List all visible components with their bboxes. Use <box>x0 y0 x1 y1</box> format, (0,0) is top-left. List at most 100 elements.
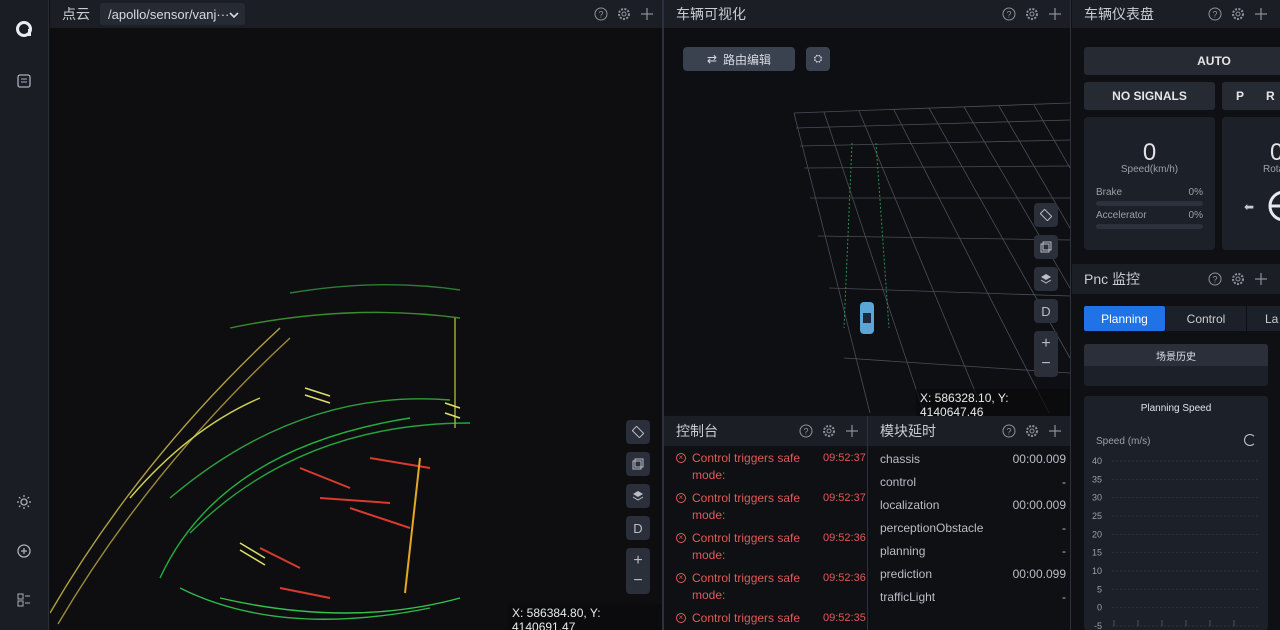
pointcloud-title: 点云 <box>62 6 90 22</box>
vehicle-viz-title: 车辆可视化 <box>676 6 746 22</box>
help-icon[interactable]: ? <box>1001 6 1016 21</box>
vehicle-3d-canvas[interactable] <box>664 28 1070 413</box>
console-message: Control triggers safe mode: <box>692 451 801 482</box>
svg-text:?: ? <box>1006 426 1011 436</box>
error-icon: × <box>676 493 686 503</box>
move-icon[interactable] <box>639 6 654 21</box>
rotation-value: 0 <box>1270 139 1280 166</box>
signal-badge: NO SIGNALS <box>1084 82 1215 110</box>
view-mode-d-button[interactable]: D <box>1034 299 1058 323</box>
view-mode-d-button[interactable]: D <box>626 516 650 540</box>
latency-row: chassis 00:00.009 <box>880 452 1066 470</box>
vehicle-viz-toolbar: D + − <box>1034 203 1058 377</box>
app-root: 点云 /apollo/sensor/vanj··· ? D + − X: 586… <box>0 0 1280 630</box>
help-icon[interactable]: ? <box>593 6 608 21</box>
settings-list-icon[interactable] <box>12 588 36 612</box>
zoom-in-icon[interactable]: + <box>1041 335 1050 353</box>
panel-divider[interactable] <box>1070 0 1071 630</box>
latency-value: 00:00.009 <box>1012 452 1066 466</box>
latency-module: localization <box>880 498 940 512</box>
rotation-card: 0 Rotat ⬅ <box>1222 117 1280 250</box>
help-icon[interactable]: ? <box>1207 6 1222 21</box>
ruler-icon[interactable] <box>1034 203 1058 227</box>
gear-p: P <box>1236 89 1245 103</box>
svg-text:?: ? <box>1006 9 1011 19</box>
layers-icon[interactable] <box>1034 267 1058 291</box>
help-icon[interactable]: ? <box>1001 423 1016 438</box>
console-title: 控制台 <box>676 423 718 439</box>
settings-icon[interactable] <box>1024 423 1039 438</box>
theme-sun-icon[interactable] <box>12 490 36 514</box>
vehicle-viz-panel: 车辆可视化 ? ⇄ 路由编辑 ⛭ D + − X: 586328.10, Y: … <box>664 0 1070 421</box>
camera-view-button[interactable]: ⛭ <box>806 47 830 71</box>
svg-text:?: ? <box>1212 9 1217 19</box>
route-edit-button[interactable]: ⇄ 路由编辑 <box>683 47 795 71</box>
channel-select[interactable]: /apollo/sensor/vanj··· <box>100 3 245 25</box>
sidebar-rail <box>0 0 49 630</box>
scenario-history-title: 场景历史 <box>1084 344 1268 366</box>
add-circle-icon[interactable] <box>12 539 36 563</box>
route-edit-label: 路由编辑 <box>723 52 772 67</box>
pointcloud-panel: 点云 /apollo/sensor/vanj··· ? D + − X: 586… <box>50 0 662 630</box>
panel-list-icon[interactable] <box>12 69 36 93</box>
tab-planning[interactable]: Planning <box>1084 306 1165 331</box>
tab-latency[interactable]: La <box>1247 306 1280 331</box>
layers-icon[interactable] <box>626 484 650 508</box>
rotation-label: Rotat <box>1263 164 1280 175</box>
move-icon[interactable] <box>1047 6 1062 21</box>
accelerator-label: Accelerator <box>1096 210 1147 221</box>
speed-chart-plot: 40 35 30 25 20 15 10 5 0 -5 <box>1092 456 1260 630</box>
latency-module: perceptionObstacle <box>880 521 984 535</box>
brake-label: Brake <box>1096 187 1123 198</box>
accelerator-bar <box>1096 224 1203 229</box>
error-icon: × <box>676 573 686 583</box>
latency-module: chassis <box>880 452 921 466</box>
ruler-icon[interactable] <box>626 420 650 444</box>
zoom-control: + − <box>626 548 650 594</box>
help-icon[interactable]: ? <box>798 423 813 438</box>
latency-module: planning <box>880 544 926 558</box>
steering-wheel-icon <box>1268 191 1280 221</box>
copy-view-icon[interactable] <box>626 452 650 476</box>
move-icon[interactable] <box>1047 423 1062 438</box>
move-icon[interactable] <box>1253 6 1268 21</box>
zoom-out-icon[interactable]: − <box>633 572 642 590</box>
move-icon[interactable] <box>1253 271 1268 286</box>
help-icon[interactable]: ? <box>1207 271 1222 286</box>
dashboard-header: 车辆仪表盘 ? <box>1072 0 1280 28</box>
settings-icon[interactable] <box>821 423 836 438</box>
latency-value: - <box>1062 521 1066 535</box>
error-icon: × <box>676 453 686 463</box>
pointcloud-header: 点云 /apollo/sensor/vanj··· ? <box>50 0 662 28</box>
console-message: Control triggers safe mode: <box>692 491 801 522</box>
chart-title: Planning Speed <box>1140 403 1212 414</box>
console-panel: 控制台 ? × Control triggers safe mode: 09:5… <box>664 416 867 630</box>
y-tick-label: 25 <box>1092 511 1102 521</box>
zoom-out-icon[interactable]: − <box>1041 355 1050 373</box>
svg-text:?: ? <box>803 426 808 436</box>
dashboard-title: 车辆仪表盘 <box>1084 6 1154 22</box>
move-icon[interactable] <box>844 423 859 438</box>
pnc-header: Pnc 监控 ? <box>1072 264 1280 294</box>
driving-mode-badge: AUTO <box>1084 47 1280 75</box>
settings-icon[interactable] <box>616 6 631 21</box>
copy-view-icon[interactable] <box>1034 235 1058 259</box>
settings-icon[interactable] <box>1024 6 1039 21</box>
latency-value: 00:00.099 <box>1012 567 1066 581</box>
latency-row: trafficLight - <box>880 590 1066 608</box>
refresh-icon[interactable] <box>1244 434 1256 446</box>
pointcloud-canvas[interactable] <box>50 28 662 630</box>
pnc-title: Pnc 监控 <box>1084 271 1141 287</box>
console-message: Control triggers safe mode: <box>692 531 801 562</box>
pointcloud-coordinates: X: 586384.80, Y: 4140691.47 <box>508 604 662 630</box>
apollo-logo-icon[interactable] <box>12 17 36 41</box>
settings-icon[interactable] <box>1230 6 1245 21</box>
y-tick-label: 20 <box>1092 529 1102 539</box>
planning-speed-chart: Planning Speed Speed (m/s) 40 35 30 25 20 15 1… <box>1084 396 1268 630</box>
latency-panel: 模块延时 ? chassis 00:00.009 control - localiz… <box>868 416 1070 630</box>
settings-icon[interactable] <box>1230 271 1245 286</box>
zoom-in-icon[interactable]: + <box>633 552 642 570</box>
tab-control[interactable]: Control <box>1166 306 1246 331</box>
svg-text:?: ? <box>1212 274 1217 284</box>
error-icon: × <box>676 533 686 543</box>
